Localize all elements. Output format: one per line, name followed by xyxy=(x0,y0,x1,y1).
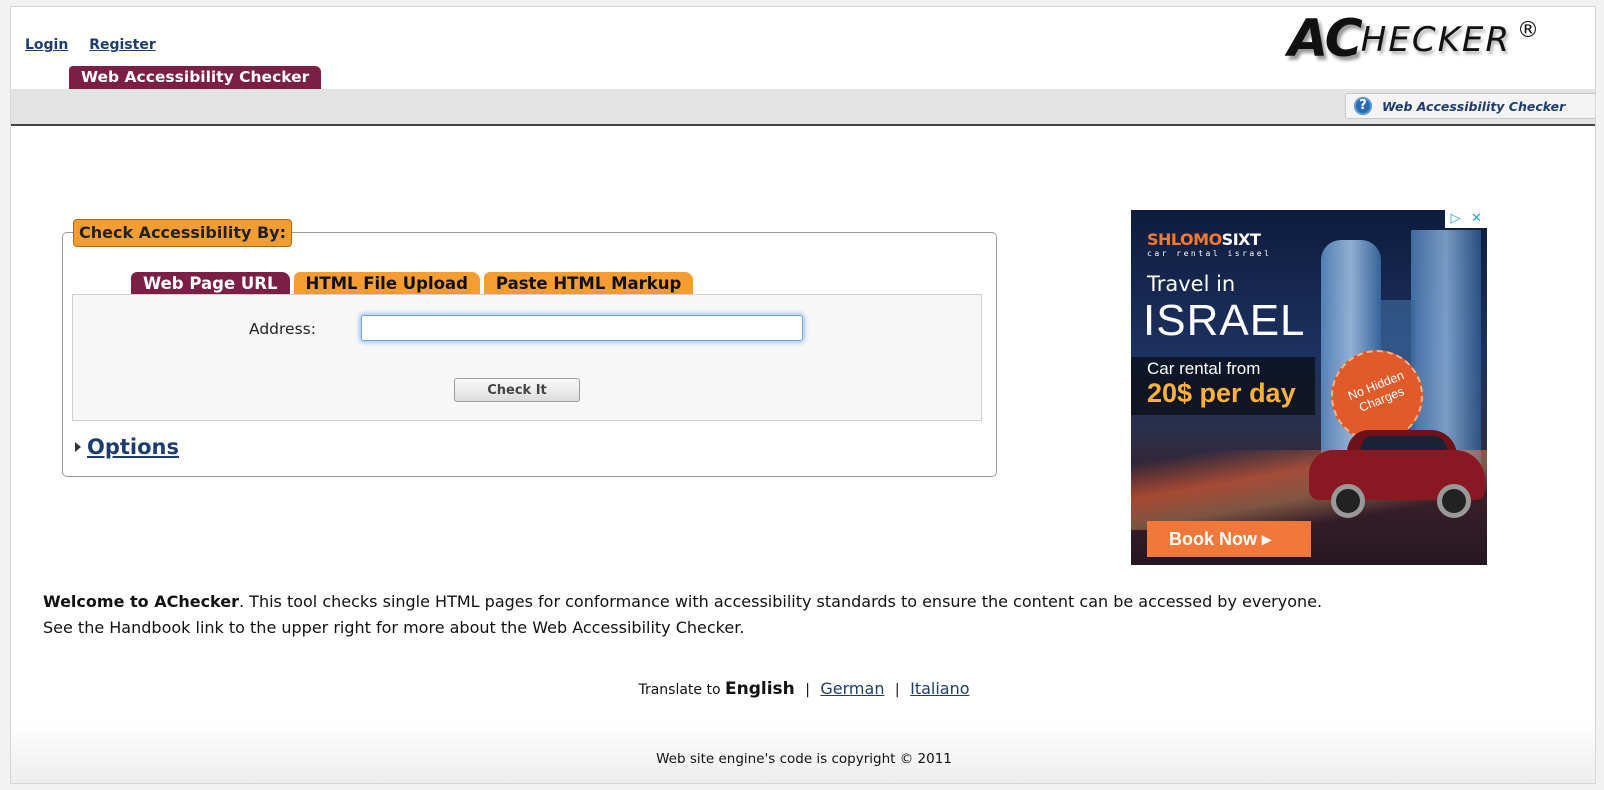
ad-car-image xyxy=(1309,428,1485,520)
page: Login Register AC HECKER ® Web Accessibi… xyxy=(10,6,1596,784)
current-language: English xyxy=(725,679,795,699)
url-panel: Address: Check It xyxy=(72,294,982,421)
address-input[interactable] xyxy=(361,315,803,341)
german-link[interactable]: German xyxy=(820,679,884,698)
translate-bar: Translate to English | German | Italiano xyxy=(11,679,1595,699)
check-it-button[interactable]: Check It xyxy=(454,378,580,402)
tab-web-page-url[interactable]: Web Page URL xyxy=(131,272,290,296)
ad-badge-text: No Hidden Charges xyxy=(1345,368,1407,415)
logo-ac: AC xyxy=(1287,9,1363,69)
ad-brand-sub: car rental israel xyxy=(1147,249,1272,258)
separator: | xyxy=(894,682,900,698)
tab-web-accessibility-checker[interactable]: Web Accessibility Checker xyxy=(69,66,322,89)
italiano-link[interactable]: Italiano xyxy=(910,679,969,698)
adchoices: ▷ ✕ xyxy=(1445,210,1487,228)
register-link[interactable]: Register xyxy=(89,37,156,53)
navigation-bar: ? Web Accessibility Checker xyxy=(11,89,1595,126)
logo-checker: HECKER xyxy=(1360,20,1511,60)
top-links: Login Register xyxy=(25,37,172,53)
achecker-logo[interactable]: AC HECKER ® xyxy=(1288,9,1539,69)
welcome-text: Welcome to AChecker. This tool checks si… xyxy=(43,589,1563,641)
triangle-right-icon xyxy=(75,442,81,452)
book-now-button[interactable]: Book Now ▸ xyxy=(1147,521,1311,557)
copyright: Web site engine's code is copyright © 20… xyxy=(656,751,952,767)
translate-prefix: Translate to xyxy=(638,682,721,698)
help-icon: ? xyxy=(1354,97,1372,115)
tab-html-file-upload[interactable]: HTML File Upload xyxy=(293,272,480,296)
address-label: Address: xyxy=(249,320,316,338)
fieldset-legend: Check Accessibility By: xyxy=(73,219,292,247)
tab-paste-html-markup[interactable]: Paste HTML Markup xyxy=(483,272,694,296)
options-toggle[interactable]: Options xyxy=(75,435,179,459)
close-ad-icon[interactable]: ✕ xyxy=(1466,210,1487,228)
registered-mark: ® xyxy=(1517,18,1539,43)
ad-brand-a: SHLOMO xyxy=(1147,230,1222,249)
input-method-tabs: Web Page URL HTML File Upload Paste HTML… xyxy=(131,272,697,296)
ad-price: 20$ per day xyxy=(1147,378,1296,408)
welcome-body: . This tool checks single HTML pages for… xyxy=(239,592,1323,611)
adchoices-icon[interactable]: ▷ xyxy=(1445,210,1466,228)
login-link[interactable]: Login xyxy=(25,37,68,53)
ad-price-label: Car rental from xyxy=(1147,359,1261,378)
ad-headline-1: Travel in xyxy=(1147,272,1236,296)
ad-headline-2: ISRAEL xyxy=(1143,296,1306,345)
welcome-bold: Welcome to AChecker xyxy=(43,592,239,611)
advertisement[interactable]: SHLOMOSIXT car rental israel Travel in I… xyxy=(1131,210,1487,565)
options-label: Options xyxy=(87,435,179,459)
ad-brand-b: SIXT xyxy=(1221,230,1261,249)
ad-brand: SHLOMOSIXT xyxy=(1147,230,1261,249)
handbook-label: Web Accessibility Checker xyxy=(1382,98,1566,114)
welcome-line2: See the Handbook link to the upper right… xyxy=(43,618,745,637)
handbook-link[interactable]: ? Web Accessibility Checker xyxy=(1345,93,1595,119)
separator: | xyxy=(805,682,810,698)
